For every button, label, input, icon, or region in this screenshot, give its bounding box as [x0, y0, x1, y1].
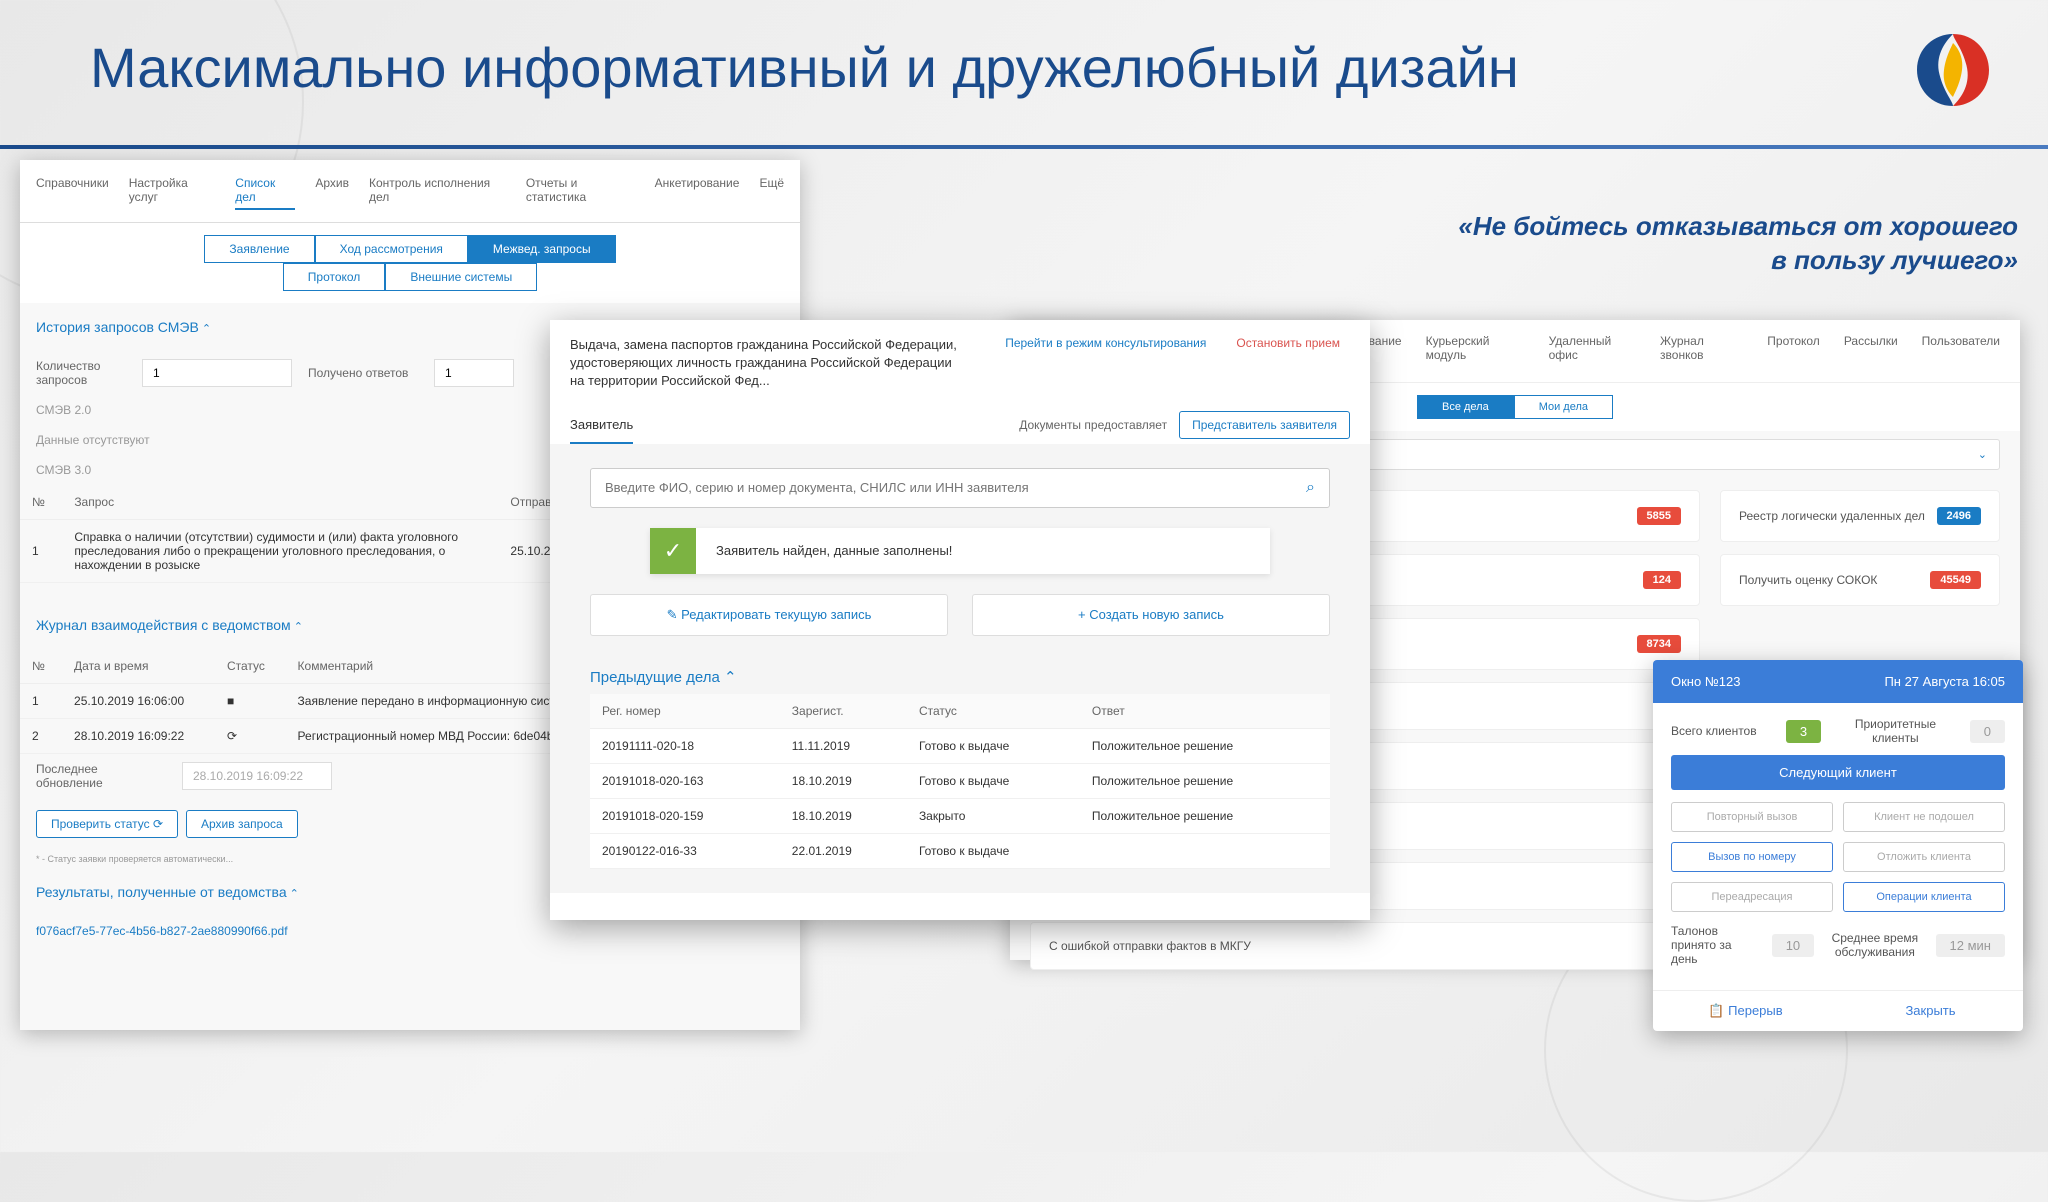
table-row[interactable]: 20191111-020-1811.11.2019Готово к выдаче… — [590, 728, 1330, 763]
qty-input[interactable] — [142, 359, 292, 387]
subtab-Внешние системы[interactable]: Внешние системы — [385, 263, 537, 291]
slide-title: Максимально информативный и дружелюбный … — [90, 35, 1519, 100]
tickets-label: Талонов принято за день — [1671, 924, 1761, 966]
applicant-search-input[interactable] — [605, 480, 1306, 495]
widget-action-0[interactable]: Повторный вызов — [1671, 802, 1833, 832]
table-row[interactable]: 20191018-020-16318.10.2019Готово к выдач… — [590, 763, 1330, 798]
nav-tab-2[interactable]: Список дел — [235, 172, 295, 210]
received-input[interactable] — [434, 359, 514, 387]
panel-applicant: Выдача, замена паспортов гражданина Росс… — [550, 320, 1370, 920]
representative-button[interactable]: Представитель заявителя — [1179, 411, 1350, 439]
priority-clients-value: 0 — [1970, 720, 2005, 743]
nav-tab-1[interactable]: Настройка услуг — [129, 172, 216, 210]
tab-applicant[interactable]: Заявитель — [570, 407, 633, 444]
avg-time-value: 12 мин — [1936, 934, 2005, 957]
nav-tab-5[interactable]: Отчеты и статистика — [526, 172, 635, 210]
tickets-value: 10 — [1772, 934, 1814, 957]
toggle-all-cases[interactable]: Все дела — [1417, 395, 1514, 419]
subtab-Протокол[interactable]: Протокол — [283, 263, 386, 291]
check-status-button[interactable]: Проверить статус ⟳ — [36, 810, 178, 838]
next-client-button[interactable]: Следующий клиент — [1671, 755, 2005, 790]
nav-tabs: Справочники Настройка услуг Список дел Архи… — [20, 160, 800, 223]
widget-action-4[interactable]: Переадресация — [1671, 882, 1833, 912]
edit-record-button[interactable]: ✎ Редактировать текущую запись — [590, 594, 948, 636]
widget-datetime: Пн 27 Августа 16:05 — [1884, 674, 2005, 689]
logo-icon — [1908, 25, 1998, 115]
received-label: Получено ответов — [308, 366, 418, 380]
p3-nav-8[interactable]: Пользователи — [1922, 334, 2000, 368]
table-row[interactable]: 20190122-016-3322.01.2019Готово к выдаче — [590, 833, 1330, 868]
widget-action-1[interactable]: Клиент не подошел — [1843, 802, 2005, 832]
consult-mode-link[interactable]: Перейти в режим консультирования — [985, 336, 1226, 352]
p3-nav-3[interactable]: Курьерский модуль — [1426, 334, 1525, 368]
slide-quote: «Не бойтесь отказываться от хорошегов по… — [1458, 210, 2018, 278]
close-button[interactable]: Закрыть — [1838, 991, 2023, 1031]
search-icon[interactable]: ⌕ — [1306, 479, 1315, 497]
chevron-down-icon: ⌄ — [1978, 448, 1987, 461]
nav-tab-3[interactable]: Архив — [315, 172, 349, 210]
status-card[interactable]: С ошибкой отправки фактов в МКГУ — [1030, 922, 1700, 970]
toggle-my-cases[interactable]: Мои дела — [1514, 395, 1613, 419]
subtab-Заявление[interactable]: Заявление — [204, 235, 314, 263]
docs-label: Документы предоставляет — [1019, 418, 1167, 432]
previous-cases-title[interactable]: Предыдущие дела ⌃ — [590, 652, 1330, 694]
previous-cases-table: Рег. номерЗарегист.СтатусОтвет 20191111-… — [590, 694, 1330, 869]
p3-nav-6[interactable]: Протокол — [1767, 334, 1820, 368]
create-record-button[interactable]: + Создать новую запись — [972, 594, 1330, 636]
check-icon: ✓ — [650, 528, 696, 574]
queue-widget: Окно №123 Пн 27 Августа 16:05 Всего клие… — [1653, 660, 2023, 1031]
p3-nav-7[interactable]: Рассылки — [1844, 334, 1898, 368]
table-row[interactable]: 20191018-020-15918.10.2019ЗакрытоПоложит… — [590, 798, 1330, 833]
subtab-Ход рассмотрения[interactable]: Ход рассмотрения — [315, 235, 468, 263]
nav-tab-4[interactable]: Контроль исполнения дел — [369, 172, 506, 210]
clients-total-value: 3 — [1786, 720, 1821, 743]
p3-nav-4[interactable]: Удаленный офис — [1549, 334, 1636, 368]
priority-clients-label: Приоритетные клиенты — [1850, 717, 1940, 745]
stop-reception-button[interactable]: Остановить прием — [1226, 336, 1350, 350]
search-input-container: ⌕ — [590, 468, 1330, 508]
title-underline — [0, 145, 2048, 149]
result-file-link[interactable]: f076acf7e5-77ec-4b56-b827-2ae880990f66.p… — [36, 924, 288, 938]
last-update-input — [182, 762, 332, 790]
subtabs: ЗаявлениеХод рассмотренияМежвед. запросы… — [20, 223, 800, 303]
last-update-label: Последнее обновление — [36, 762, 166, 790]
widget-window-title: Окно №123 — [1671, 674, 1740, 689]
status-card[interactable]: Реестр логически удаленных дел2496 — [1720, 490, 2000, 542]
service-title: Выдача, замена паспортов гражданина Росс… — [570, 336, 985, 391]
success-message: ✓ Заявитель найден, данные заполнены! — [650, 528, 1270, 574]
clients-total-label: Всего клиентов — [1671, 724, 1757, 738]
widget-action-3[interactable]: Отложить клиента — [1843, 842, 2005, 872]
status-card[interactable]: Получить оценку СОКОК45549 — [1720, 554, 2000, 606]
widget-action-2[interactable]: Вызов по номеру — [1671, 842, 1833, 872]
widget-action-5[interactable]: Операции клиента — [1843, 882, 2005, 912]
archive-button[interactable]: Архив запроса — [186, 810, 298, 838]
break-button[interactable]: 📋 Перерыв — [1653, 991, 1838, 1031]
nav-tab-0[interactable]: Справочники — [36, 172, 109, 210]
p3-nav-5[interactable]: Журнал звонков — [1660, 334, 1743, 368]
nav-tab-7[interactable]: Ещё — [759, 172, 784, 210]
avg-time-label: Среднее время обслуживания — [1825, 931, 1925, 959]
nav-tab-6[interactable]: Анкетирование — [655, 172, 740, 210]
qty-label: Количество запросов — [36, 359, 126, 387]
subtab-Межвед. запросы[interactable]: Межвед. запросы — [468, 235, 616, 263]
